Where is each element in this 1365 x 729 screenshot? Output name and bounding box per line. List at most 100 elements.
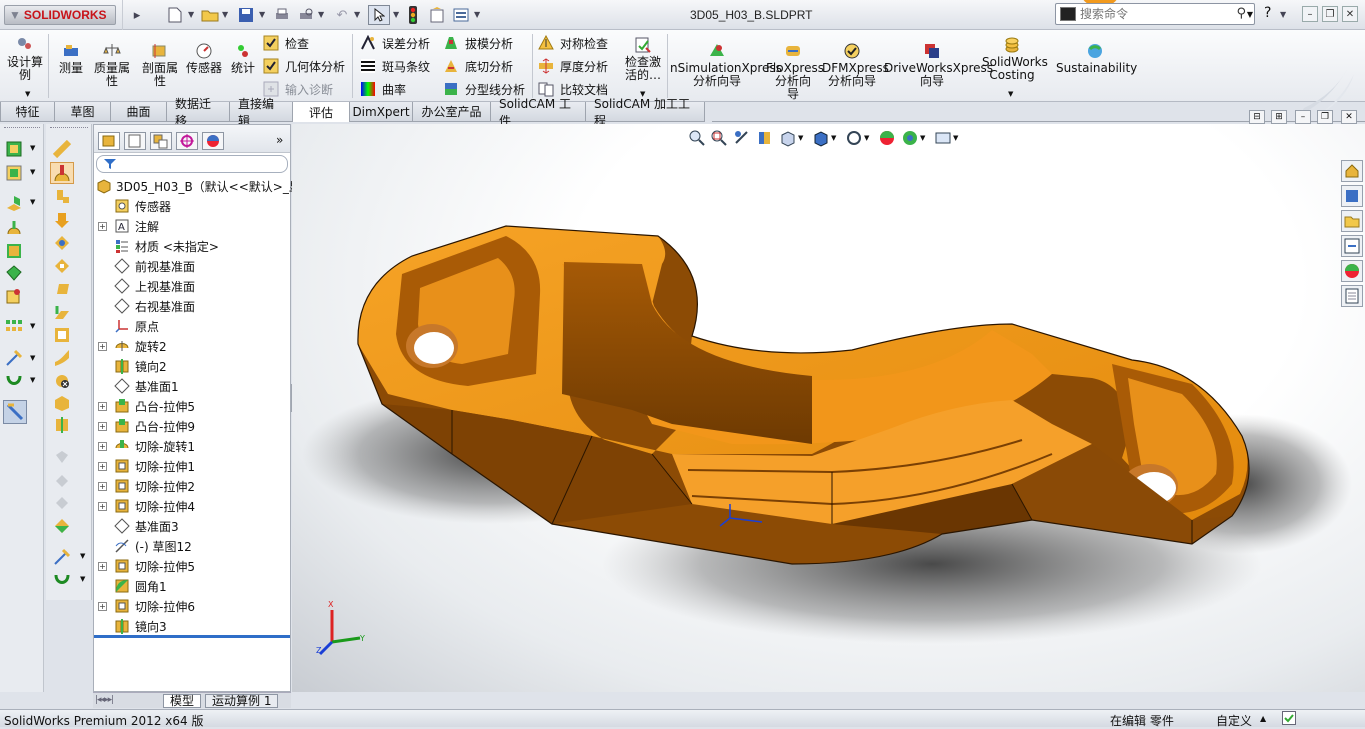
design-study-button[interactable]: 设计算例 (6, 36, 44, 82)
save-icon[interactable] (236, 5, 256, 25)
tile-vertical-icon[interactable]: ⊞ (1271, 110, 1287, 124)
check-active-document-button[interactable]: 检查激活的… (622, 36, 664, 82)
solidworks-logo[interactable]: ▼ SOLIDWORKS (4, 5, 116, 25)
tree-item[interactable]: 右视基准面 (94, 296, 290, 316)
draft-icon[interactable] (53, 394, 71, 412)
tree-item[interactable]: + 切除-旋转1 (94, 436, 290, 456)
intersect-icon[interactable] (53, 372, 71, 390)
expand-plus-icon[interactable]: + (98, 561, 107, 571)
chevron-down-icon[interactable]: ▼ (831, 134, 836, 142)
disabled-tool-icon[interactable] (53, 472, 71, 490)
hide-show-items-icon[interactable] (845, 129, 863, 147)
chevron-down-icon[interactable]: ▼ (318, 10, 324, 19)
chevron-down-icon[interactable]: ▼ (920, 134, 925, 142)
revolve-boss-icon[interactable] (5, 219, 23, 237)
section-properties-button[interactable]: 剖面属性 (138, 42, 182, 88)
new-document-icon[interactable] (165, 5, 185, 25)
grip-handle[interactable] (50, 127, 88, 129)
curvature-button[interactable]: 曲率 (360, 79, 406, 99)
sweep-icon[interactable] (5, 242, 23, 260)
expand-plus-icon[interactable]: + (98, 601, 107, 611)
chevron-down-icon[interactable]: ▼ (30, 354, 35, 362)
display-manager-tab-icon[interactable] (202, 132, 224, 150)
undercut-analysis-button[interactable]: 底切分析 (443, 56, 513, 76)
expand-plus-icon[interactable]: + (98, 421, 107, 431)
tab-office-products[interactable]: 办公室产品 (412, 102, 491, 122)
chevron-down-icon[interactable]: ▼ (864, 134, 869, 142)
dome-icon[interactable] (53, 234, 71, 252)
print-preview-icon[interactable] (296, 5, 316, 25)
unit-system-selector[interactable]: 自定义 (1216, 712, 1252, 729)
chevron-down-icon[interactable]: ▼ (1247, 10, 1253, 19)
deviation-analysis-button[interactable]: 误差分析 (360, 33, 430, 53)
disabled-tool-icon[interactable] (53, 449, 71, 467)
expand-plus-icon[interactable]: + (98, 341, 107, 351)
measure-button[interactable]: 测量 (55, 42, 87, 75)
tree-item[interactable]: 基准面1 (94, 376, 290, 396)
loft-icon[interactable] (5, 264, 23, 282)
tag-icon[interactable] (1282, 711, 1296, 725)
tab-surfaces[interactable]: 曲面 (110, 102, 167, 122)
chevron-down-icon[interactable]: ▼ (30, 198, 35, 206)
tree-item[interactable]: + 切除-拉伸6 (94, 596, 290, 616)
tree-item[interactable]: 材质 <未指定> (94, 236, 290, 256)
expand-plus-icon[interactable]: + (98, 221, 107, 231)
chevron-down-icon[interactable]: ▼ (354, 10, 360, 19)
edit-appearance-icon[interactable] (878, 129, 896, 147)
split-body-icon[interactable] (53, 517, 71, 535)
apply-scene-icon[interactable] (901, 129, 919, 147)
revolve-cut-toggle[interactable] (50, 162, 74, 184)
statistics-button[interactable]: 统计 (228, 42, 258, 75)
instant3d-toggle[interactable] (3, 400, 27, 424)
tab-motion-study[interactable]: 运动算例 1 (205, 694, 279, 708)
rollback-bar[interactable] (94, 635, 290, 638)
sensor-button[interactable]: 传感器 (184, 42, 224, 75)
tree-item[interactable]: + 切除-拉伸4 (94, 496, 290, 516)
chevron-down-icon[interactable]: ▼ (259, 10, 265, 19)
tab-scroll-arrows-icon[interactable]: |◂◂▸▸| (95, 695, 114, 705)
chevron-down-icon[interactable]: ▼ (30, 144, 35, 152)
tree-item[interactable]: + 旋转2 (94, 336, 290, 356)
cut-down-arrow-icon[interactable] (53, 211, 71, 229)
extrude-boss-icon[interactable] (5, 194, 23, 212)
tree-item[interactable]: 圆角1 (94, 576, 290, 596)
select-cursor-icon[interactable] (368, 5, 390, 25)
chevron-down-icon[interactable]: ▼ (30, 376, 35, 384)
view-orientation-icon[interactable] (779, 129, 797, 147)
chevron-down-icon[interactable]: ▼ (222, 10, 228, 19)
search-input[interactable] (1080, 6, 1230, 22)
tree-item[interactable]: + 切除-拉伸1 (94, 456, 290, 476)
linear-pattern-icon[interactable] (5, 317, 23, 335)
cut-extrude-tool-icon[interactable] (53, 188, 71, 206)
disabled-tool-icon[interactable] (53, 494, 71, 512)
solidworks-resources-icon[interactable] (1341, 160, 1363, 182)
design-library-icon[interactable] (1341, 185, 1363, 207)
rib-icon[interactable] (53, 304, 71, 322)
draft-analysis-button[interactable]: 拔模分析 (443, 33, 513, 53)
restore-icon[interactable]: ❐ (1322, 6, 1338, 22)
appearances-scenes-icon[interactable] (1341, 260, 1363, 282)
chevron-down-icon[interactable]: ▼ (188, 10, 194, 19)
tree-item[interactable]: 上视基准面 (94, 276, 290, 296)
part-model-3d[interactable] (292, 124, 1365, 692)
previous-view-icon[interactable] (733, 129, 751, 147)
tab-model[interactable]: 模型 (163, 694, 202, 708)
hole-wizard-icon[interactable] (53, 257, 71, 275)
doc-restore-icon[interactable]: ❐ (1317, 110, 1333, 124)
file-properties-icon[interactable] (427, 5, 447, 25)
feature-tree-tab-icon[interactable] (98, 132, 120, 150)
fillet-tool-icon[interactable] (53, 140, 71, 158)
curves-icon[interactable] (5, 349, 23, 367)
costing-button[interactable]: SolidWorks Costing (982, 36, 1048, 82)
helix-icon[interactable] (5, 372, 23, 390)
expand-panel-icon[interactable]: » (276, 133, 283, 147)
tree-item[interactable]: + 切除-拉伸5 (94, 556, 290, 576)
symmetry-check-button[interactable]: 对称检查 (538, 33, 608, 53)
property-manager-tab-icon[interactable] (124, 132, 146, 150)
expand-plus-icon[interactable]: + (98, 461, 107, 471)
doc-close-icon[interactable]: ✕ (1341, 110, 1357, 124)
arrow-icon[interactable]: ▸ (126, 5, 148, 25)
geometry-analysis-button[interactable]: 几何体分析 (263, 56, 345, 76)
view-settings-icon[interactable] (934, 129, 952, 147)
tab-data-migration[interactable]: 数据迁移 (166, 97, 230, 128)
